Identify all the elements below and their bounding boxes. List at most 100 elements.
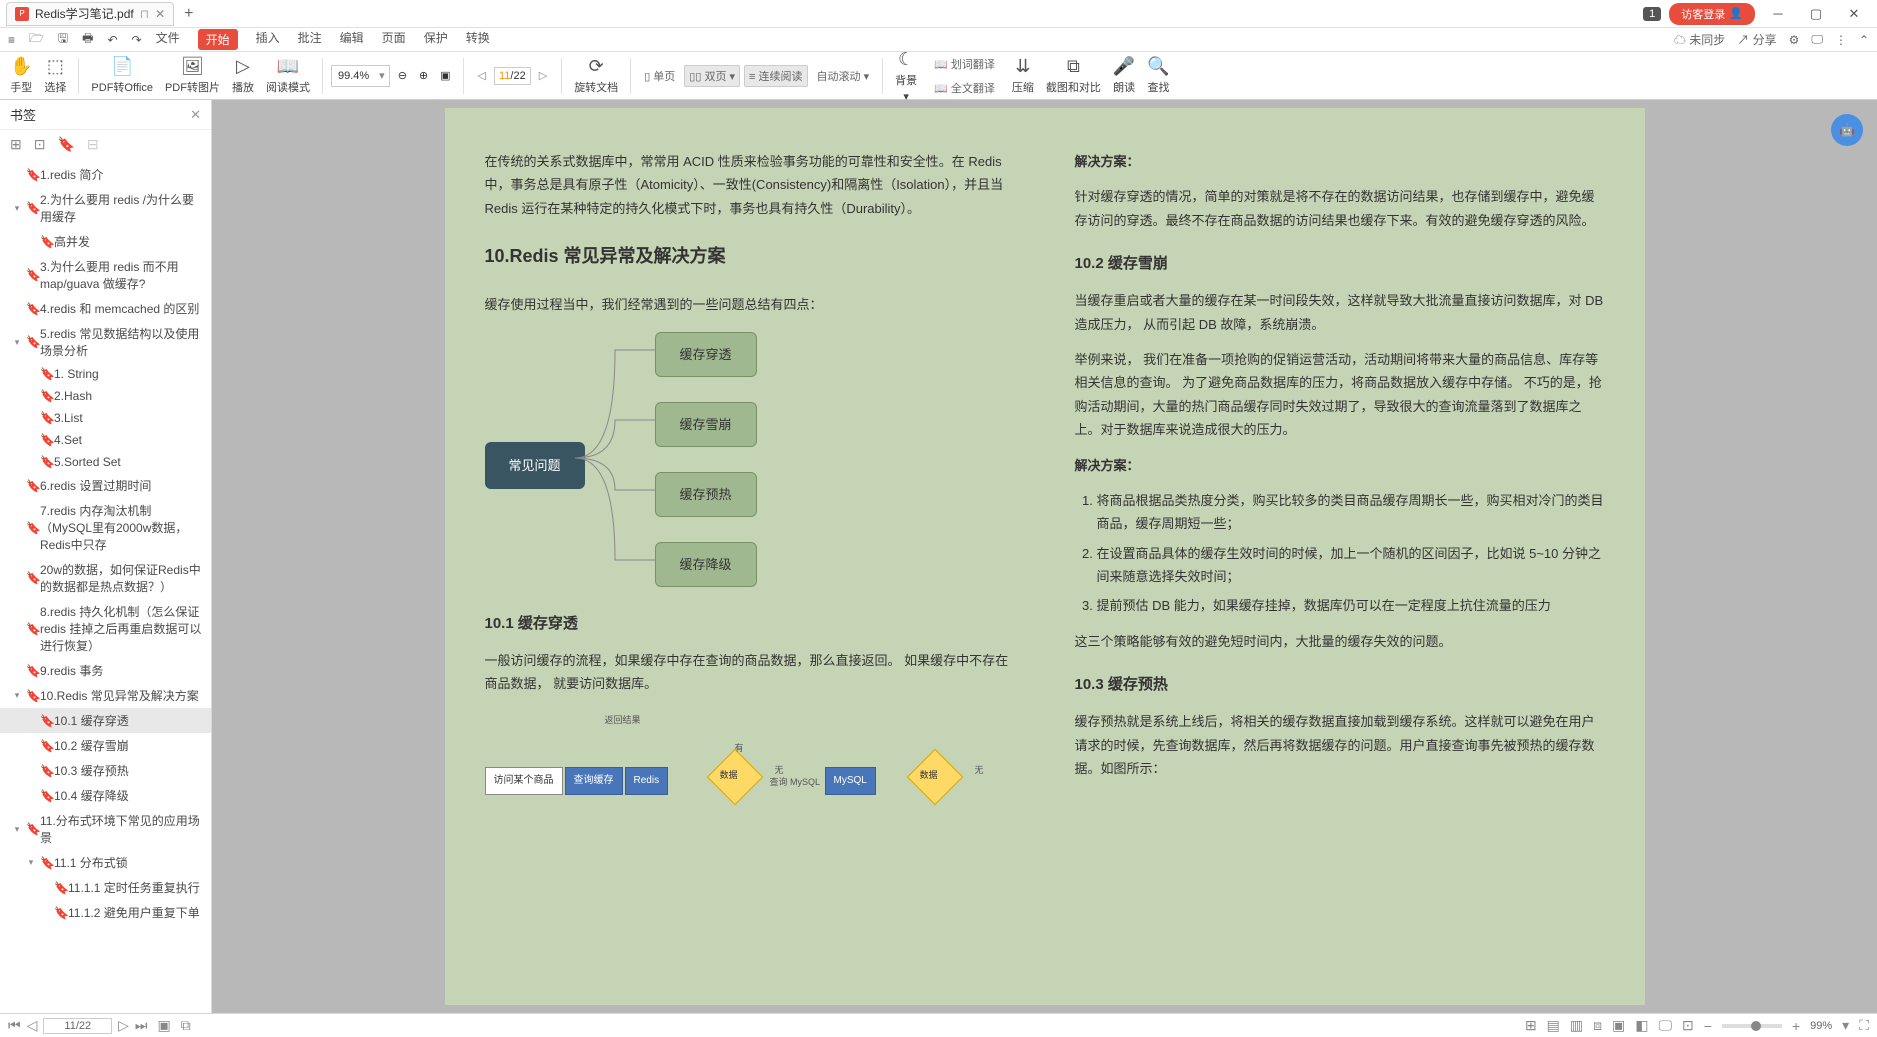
bookmark-item[interactable]: 🔖20w的数据，如何保证Redis中的数据都是热点数据？）	[0, 557, 211, 599]
continuous-read[interactable]: ≡ 连续阅读	[744, 65, 807, 87]
bookmark-item[interactable]: ▾🔖11.1 分布式锁	[0, 850, 211, 875]
login-button[interactable]: 访客登录👤	[1669, 3, 1755, 25]
word-translate[interactable]: 📖 划词翻译	[929, 53, 1000, 75]
last-page[interactable]: ⏭	[135, 1017, 148, 1034]
tab-pin-icon[interactable]: ⊓	[140, 7, 149, 21]
sb-tool-5[interactable]: ▣	[1612, 1017, 1625, 1034]
bookmark-item[interactable]: 🔖10.1 缓存穿透	[0, 708, 211, 733]
menu-编辑[interactable]: 编辑	[340, 29, 364, 50]
sb-tool-4[interactable]: ⧈	[1593, 1017, 1602, 1034]
menu-开始[interactable]: 开始	[198, 29, 238, 50]
bookmark-item[interactable]: 🔖11.1.2 避免用户重复下单	[0, 900, 211, 925]
bookmark-item[interactable]: ▾🔖10.Redis 常见异常及解决方案	[0, 683, 211, 708]
menu-页面[interactable]: 页面	[382, 29, 406, 50]
view-mode-1[interactable]: ▣	[158, 1017, 171, 1034]
sb-tool-7[interactable]: 🖵	[1659, 1017, 1673, 1034]
menu-triple[interactable]: ≡	[8, 33, 15, 47]
minimize-button[interactable]: ─	[1763, 6, 1793, 21]
bookmark-item[interactable]: 🔖10.4 缓存降级	[0, 783, 211, 808]
auto-scroll[interactable]: 自动滚动 ▾	[812, 65, 875, 87]
single-page[interactable]: ▯ 单页	[639, 65, 680, 87]
bookmark-item[interactable]: 🔖3.为什么要用 redis 而不用 map/guava 做缓存?	[0, 254, 211, 296]
sync-status[interactable]: ☁ 未同步	[1674, 31, 1725, 48]
background-tool[interactable]: ☾背景 ▾	[891, 49, 921, 103]
bookmark-collapse-icon[interactable]: ⊟	[87, 136, 99, 153]
close-button[interactable]: ✕	[1839, 6, 1869, 22]
hand-tool[interactable]: ✋手型	[6, 56, 36, 95]
bookmark-item[interactable]: 🔖1. String	[0, 363, 211, 385]
file-tab[interactable]: P Redis学习笔记.pdf ⊓ ✕	[6, 2, 174, 26]
zoom-in[interactable]: ⊕	[415, 69, 432, 82]
bookmark-item[interactable]: 🔖7.redis 内存淘汰机制（MySQL里有2000w数据，Redis中只存	[0, 498, 211, 557]
bookmark-item[interactable]: 🔖4.Set	[0, 429, 211, 451]
bookmark-item[interactable]: 🔖1.redis 简介	[0, 162, 211, 187]
fullscreen-icon[interactable]: ⛶	[1859, 1017, 1869, 1034]
device-icon[interactable]: 🖵	[1811, 32, 1823, 47]
menu-文件[interactable]: 文件	[156, 29, 180, 50]
collapse-icon[interactable]: ⌃	[1859, 33, 1869, 47]
bookmark-add-icon[interactable]: ⊞	[10, 136, 22, 153]
undo-icon[interactable]: ↶	[107, 33, 117, 47]
compress-tool[interactable]: ⇊压缩	[1008, 56, 1038, 95]
full-translate[interactable]: 📖 全文翻译	[929, 77, 1000, 99]
bookmark-item[interactable]: 🔖4.redis 和 memcached 的区别	[0, 296, 211, 321]
notification-badge[interactable]: 1	[1643, 7, 1661, 21]
redo-icon[interactable]: ↷	[132, 33, 142, 47]
view-mode-2[interactable]: ⧉	[181, 1017, 191, 1034]
bookmark-item[interactable]: 🔖5.Sorted Set	[0, 451, 211, 473]
menu-插入[interactable]: 插入	[256, 29, 280, 50]
rotate-tool[interactable]: ⟳旋转文档	[570, 56, 622, 95]
sb-tool-2[interactable]: ▤	[1547, 1017, 1560, 1034]
page-input[interactable]: 11/22	[494, 67, 531, 85]
settings-icon[interactable]: ⚙	[1789, 33, 1800, 47]
play-tool[interactable]: ▷播放	[228, 56, 258, 95]
first-page[interactable]: ⏮	[8, 1017, 21, 1034]
folder-icon[interactable]: 🗁	[29, 29, 44, 50]
zoom-select[interactable]: 99.4%▾	[331, 65, 390, 87]
bookmark-item[interactable]: 🔖10.2 缓存雪崩	[0, 733, 211, 758]
sb-tool-8[interactable]: ⊡	[1682, 1017, 1694, 1034]
share-button[interactable]: ↗ 分享	[1737, 31, 1776, 48]
bookmark-nested-icon[interactable]: ⊡	[34, 136, 46, 153]
read-mode-tool[interactable]: 📖阅读模式	[262, 56, 314, 95]
menu-批注[interactable]: 批注	[298, 29, 322, 50]
zoom-out-status[interactable]: −	[1704, 1018, 1712, 1034]
bookmark-item[interactable]: 🔖2.Hash	[0, 385, 211, 407]
print-icon[interactable]: 🖶	[82, 29, 93, 50]
page-prev[interactable]: ◁	[472, 67, 492, 84]
diff-tool[interactable]: ⧉截图和对比	[1042, 56, 1105, 95]
next-page[interactable]: ▷	[118, 1017, 129, 1034]
prev-page[interactable]: ◁	[27, 1017, 38, 1034]
bookmark-item[interactable]: ▾🔖2.为什么要用 redis /为什么要用缓存	[0, 187, 211, 229]
tab-close[interactable]: ✕	[155, 7, 165, 21]
sb-tool-6[interactable]: ◧	[1635, 1017, 1648, 1034]
zoom-out[interactable]: ⊖	[394, 69, 411, 82]
page-next[interactable]: ▷	[533, 67, 553, 84]
bookmark-item[interactable]: 🔖高并发	[0, 229, 211, 254]
bookmark-item[interactable]: 🔖3.List	[0, 407, 211, 429]
zoom-dropdown[interactable]: ▾	[1842, 1017, 1849, 1034]
sidebar-close[interactable]: ✕	[190, 107, 201, 123]
save-icon[interactable]: 🖫	[58, 29, 68, 50]
bookmark-item[interactable]: 🔖9.redis 事务	[0, 658, 211, 683]
pdf-to-office[interactable]: 📄PDF转Office	[87, 56, 157, 95]
status-page[interactable]: 11/22	[43, 1018, 112, 1034]
sb-tool-3[interactable]: ▥	[1570, 1017, 1583, 1034]
fit-page[interactable]: ▣	[436, 69, 454, 82]
select-tool[interactable]: ⬚选择	[40, 56, 70, 95]
zoom-slider[interactable]	[1722, 1024, 1782, 1028]
menu-转换[interactable]: 转换	[466, 29, 490, 50]
more-icon[interactable]: ⋮	[1835, 33, 1847, 47]
new-tab-button[interactable]: +	[184, 5, 193, 23]
bookmark-item[interactable]: ▾🔖11.分布式环境下常见的应用场景	[0, 808, 211, 850]
pdf-to-image[interactable]: 🖼PDF转图片	[161, 56, 224, 95]
bookmark-item[interactable]: 🔖11.1.1 定时任务重复执行	[0, 875, 211, 900]
bookmark-item[interactable]: 🔖10.3 缓存预热	[0, 758, 211, 783]
zoom-in-status[interactable]: +	[1792, 1018, 1800, 1034]
double-page[interactable]: ▯▯ 双页 ▾	[684, 65, 740, 87]
maximize-button[interactable]: ▢	[1801, 6, 1831, 22]
assistant-float-button[interactable]: 🤖	[1831, 114, 1863, 146]
find-tool[interactable]: 🔍查找	[1143, 56, 1173, 95]
bookmark-item[interactable]: ▾🔖5.redis 常见数据结构以及使用场景分析	[0, 321, 211, 363]
sb-tool-1[interactable]: ⊞	[1525, 1017, 1537, 1034]
